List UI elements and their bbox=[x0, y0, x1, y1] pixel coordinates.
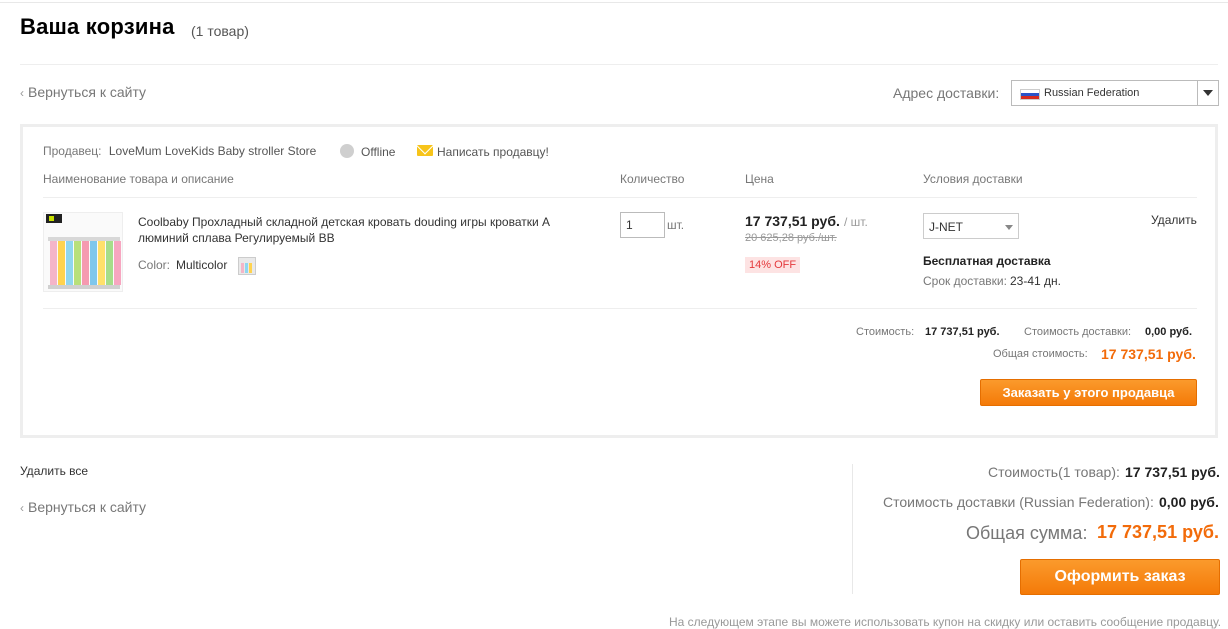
back-to-site-link-bottom[interactable]: ‹ Вернуться к сайту bbox=[20, 499, 146, 515]
envelope-icon[interactable] bbox=[417, 145, 433, 156]
back-to-site-label: Вернуться к сайту bbox=[28, 84, 147, 100]
grand-total-label: Общая сумма: bbox=[966, 523, 1088, 543]
grand-total-value: 17 737,51 руб. bbox=[1097, 522, 1219, 542]
top-divider bbox=[0, 2, 1228, 3]
column-header-price: Цена bbox=[745, 172, 774, 186]
brand-logo-icon bbox=[46, 214, 62, 223]
color-value: Multicolor bbox=[176, 258, 228, 272]
quantity-input[interactable] bbox=[620, 212, 665, 238]
item-row-divider bbox=[43, 308, 1197, 309]
chevron-left-icon: ‹ bbox=[20, 86, 24, 100]
store-total-label: Общая стоимость: bbox=[993, 348, 1088, 360]
shipping-address-label: Адрес доставки: bbox=[893, 85, 1000, 101]
total-cost-value: 17 737,51 руб. bbox=[1125, 464, 1220, 480]
store-shipping-label: Стоимость доставки: bbox=[1024, 326, 1132, 338]
offline-status-icon bbox=[340, 144, 354, 158]
seller-name-link[interactable]: LoveMum LoveKids Baby stroller Store bbox=[109, 144, 316, 158]
header-row-divider bbox=[43, 197, 1197, 198]
total-cost-label: Стоимость(1 товар): bbox=[988, 464, 1120, 480]
color-label: Color: bbox=[138, 258, 171, 272]
store-shipping-value: 0,00 руб. bbox=[1145, 326, 1193, 338]
back-to-site-link[interactable]: ‹ Вернуться к сайту bbox=[20, 84, 146, 100]
quantity-unit: шт. bbox=[667, 218, 685, 232]
shipping-method-value: J-NET bbox=[929, 220, 963, 234]
color-swatch-icon bbox=[238, 257, 256, 275]
dropdown-arrow-icon[interactable] bbox=[1197, 81, 1218, 105]
column-header-name: Наименование товара и описание bbox=[43, 172, 234, 186]
product-name-link[interactable]: Coolbaby Прохладный складной детская кро… bbox=[138, 214, 578, 246]
summary-divider bbox=[852, 464, 853, 594]
free-shipping-label: Бесплатная доставка bbox=[923, 254, 1051, 268]
delivery-time-value: 23-41 дн. bbox=[1010, 274, 1061, 288]
header-divider bbox=[20, 64, 1218, 65]
page-title: Ваша корзина bbox=[20, 14, 175, 39]
seller-label: Продавец: bbox=[43, 144, 102, 158]
chevron-left-icon: ‹ bbox=[20, 501, 24, 515]
item-price: 17 737,51 руб. bbox=[745, 213, 840, 229]
store-cost-value: 17 737,51 руб. bbox=[925, 326, 1000, 338]
delete-all-link[interactable]: Удалить все bbox=[20, 464, 88, 478]
seller-info: Продавец: LoveMum LoveKids Baby stroller… bbox=[43, 144, 316, 158]
seller-status: Offline bbox=[361, 145, 396, 159]
total-shipping-label: Стоимость доставки (Russian Federation): bbox=[883, 494, 1154, 510]
shipping-country-value: Russian Federation bbox=[1044, 87, 1140, 99]
delivery-time-label: Срок доставки: bbox=[923, 274, 1007, 288]
back-to-site-label: Вернуться к сайту bbox=[28, 499, 147, 515]
column-header-quantity: Количество bbox=[620, 172, 685, 186]
column-header-shipping: Условия доставки bbox=[923, 172, 1023, 186]
chevron-down-icon bbox=[1005, 225, 1013, 230]
total-shipping-value: 0,00 руб. bbox=[1159, 494, 1219, 510]
russia-flag-icon bbox=[1020, 89, 1040, 100]
price-per-unit: / шт. bbox=[844, 215, 868, 229]
product-thumbnail[interactable] bbox=[43, 212, 123, 292]
discount-badge: 14% OFF bbox=[745, 257, 801, 273]
store-total-value: 17 737,51 руб. bbox=[1101, 346, 1196, 362]
checkout-button[interactable]: Оформить заказ bbox=[1020, 559, 1220, 595]
message-seller-link[interactable]: Написать продавцу! bbox=[437, 145, 549, 159]
cart-item-count: (1 товар) bbox=[191, 23, 249, 39]
store-cost-label: Стоимость: bbox=[856, 326, 915, 338]
shipping-country-select[interactable]: Russian Federation bbox=[1011, 80, 1219, 106]
delete-item-link[interactable]: Удалить bbox=[1151, 213, 1197, 227]
order-from-seller-button[interactable]: Заказать у этого продавца bbox=[980, 379, 1197, 406]
shipping-method-select[interactable]: J-NET bbox=[923, 213, 1019, 239]
old-price: 20 625,28 руб./шт. bbox=[745, 232, 837, 244]
